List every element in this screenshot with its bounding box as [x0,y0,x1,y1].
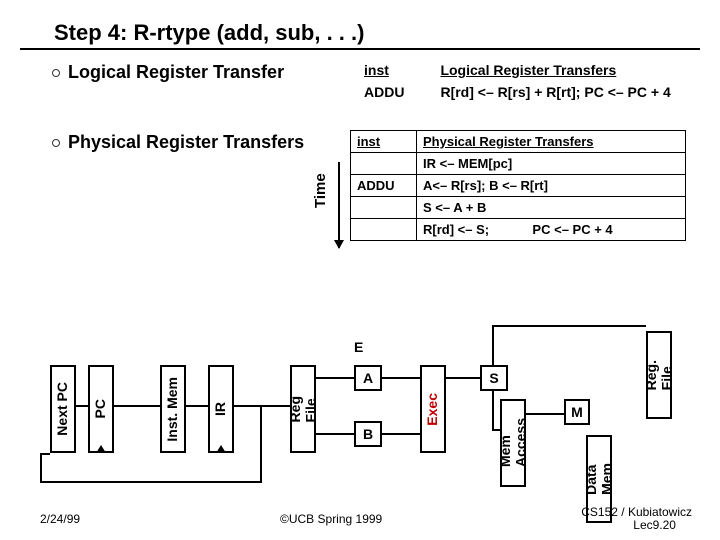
footer-course: CS152 / Kubiatowicz Lec9.20 [581,506,692,532]
phys-col-inst: inst [351,131,417,153]
time-arrow-icon [338,162,340,248]
logical-col-inst: inst [358,60,410,80]
wire [40,481,262,483]
pc-label: PC [93,399,108,418]
bullet-logical-text: Logical Register Transfer [68,62,284,82]
wire [114,405,160,407]
clock-wedge-icon [216,445,226,453]
s-register: S [480,365,508,391]
inst-mem-label: Inst. Mem [165,377,180,442]
slide-title: Step 4: R-rtype (add, sub, . . .) [54,20,364,46]
a-label: A [363,370,373,386]
bullet-marker-icon [52,139,60,147]
m-register: M [564,399,590,425]
wire [40,453,50,455]
b-label: B [363,426,373,442]
pc-block: PC [88,365,114,453]
physical-transfer-table: inst Physical Register Transfers IR <– M… [350,130,686,241]
wire [40,453,42,481]
logical-row-inst: ADDU [358,82,410,102]
wire [492,325,494,365]
wire [492,325,646,327]
wire [492,391,494,429]
wire [316,377,354,379]
m-label: M [571,404,583,420]
wire [382,377,420,379]
mem-access-label: Mem Access [498,418,529,467]
bullet-physical-text: Physical Register Transfers [68,132,304,152]
next-pc-label: Next PC [55,382,70,436]
b-register: B [354,421,382,447]
title-underline [20,48,700,50]
time-axis-label: Time [312,173,329,208]
reg-file-label: Reg File [288,396,319,422]
inst-mem-block: Inst. Mem [160,365,186,453]
wire [316,433,354,435]
e-label: E [354,339,363,355]
data-mem-label: Data Mem [584,463,615,495]
phys-col-desc: Physical Register Transfers [417,131,686,153]
logical-row-desc: R[rd] <– R[rs] + R[rt]; PC <– PC + 4 [434,82,676,102]
phys-r0-c0 [351,153,417,175]
phys-r3-c0 [351,219,417,241]
logical-transfer-table: inst Logical Register Transfers ADDU R[r… [356,58,679,104]
wire [260,405,262,481]
ir-block: IR [208,365,234,453]
wire [234,405,290,407]
mem-access-block: Mem Access [500,399,526,487]
phys-r2-c1: S <– A + B [417,197,686,219]
wire [382,433,420,435]
bullet-logical: Logical Register Transfer [52,62,284,83]
phys-r0-c1: IR <– MEM[pc] [417,153,686,175]
wire [492,429,500,431]
phys-r3-c1: R[rd] <– S; PC <– PC + 4 [417,219,686,241]
clock-wedge-icon [96,445,106,453]
s-label: S [489,370,498,386]
footer-date: 2/24/99 [40,512,80,526]
bullet-physical: Physical Register Transfers [52,132,304,153]
footer-right-line2: Lec9.20 [581,518,676,532]
phys-r2-c0 [351,197,417,219]
datapath-diagram: Next PC PC Inst. Mem IR Reg File E A B E… [40,325,680,485]
logical-col-desc: Logical Register Transfers [434,60,676,80]
wire [446,377,480,379]
phys-r1-c1: A<– R[rs]; B <– R[rt] [417,175,686,197]
wire [526,413,564,415]
exec-label: Exec [425,393,440,426]
exec-block: Exec [420,365,446,453]
reg-file-block: Reg File [290,365,316,453]
ir-label: IR [213,402,228,416]
reg-file-wb-block: Reg. File [646,331,672,419]
wire [186,405,208,407]
bullet-marker-icon [52,69,60,77]
next-pc-block: Next PC [50,365,76,453]
wire [76,405,88,407]
reg-file-wb-label: Reg. File [644,360,675,390]
phys-r1-c0: ADDU [351,175,417,197]
footer-copyright: ©UCB Spring 1999 [280,512,382,526]
footer-right-line1: CS152 / Kubiatowicz [581,505,692,519]
a-register: A [354,365,382,391]
